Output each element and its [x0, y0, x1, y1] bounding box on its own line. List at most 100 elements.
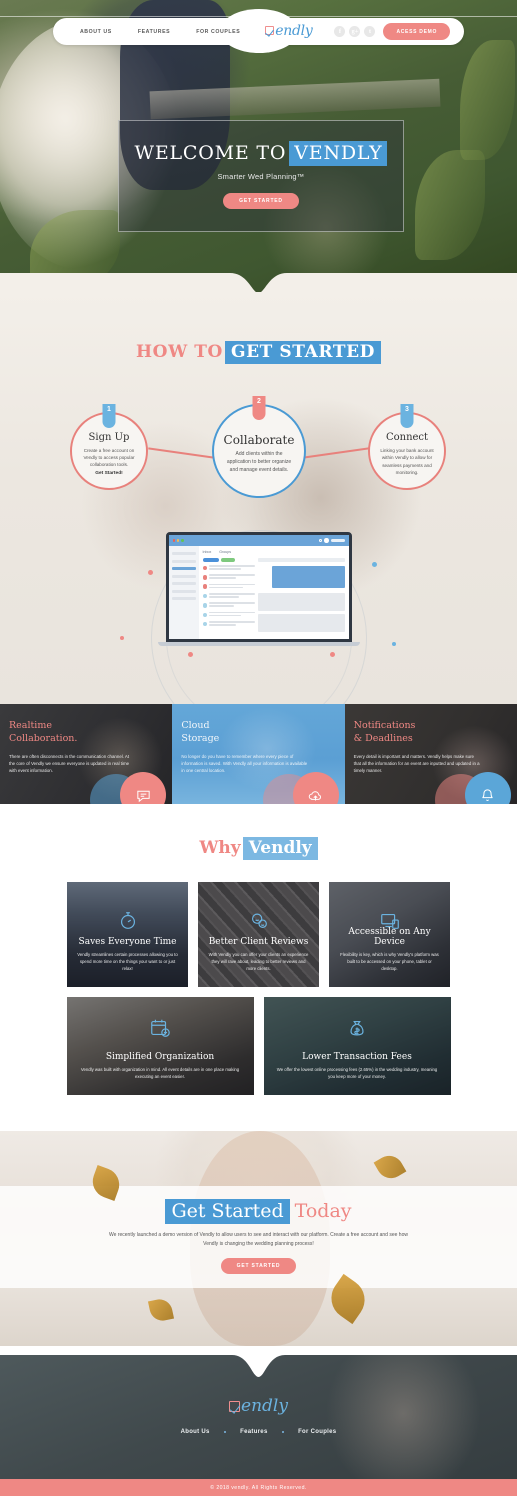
site-footer: endly About Us Features For Couples © 20…: [0, 1346, 517, 1496]
card-body: With Vendly you can offer your clients a…: [208, 952, 309, 972]
social-icons: f g+ t: [334, 26, 376, 37]
how-to-heading: HOW TO GET STARTED: [0, 292, 517, 364]
step-card-collaborate[interactable]: 2 Collaborate Add clients within the app…: [212, 396, 306, 498]
step-title: Collaborate: [223, 433, 295, 448]
app-message-list: [202, 558, 255, 635]
app-sidebar: [168, 546, 199, 639]
search-icon: [319, 539, 322, 542]
facebook-icon[interactable]: f: [334, 26, 346, 37]
why-heading-highlight: Vendly: [242, 837, 318, 860]
app-body: Inbox Groups: [168, 546, 349, 639]
calendar-plus-icon: [149, 1017, 171, 1044]
app-account-area: [319, 538, 345, 543]
cta-band: Get Started Today We recently launched a …: [0, 1186, 517, 1288]
decorative-leaf: [373, 1150, 407, 1184]
decorative-dot: [120, 636, 124, 640]
benefit-card-saves-everyone-time[interactable]: Saves Everyone Time Vendly streamlines c…: [67, 882, 188, 987]
how-to-heading-prefix: HOW TO: [136, 342, 223, 362]
panel-title-line2: Collaboration.: [9, 732, 78, 744]
benefit-card-better-client-reviews[interactable]: Better Client Reviews With Vendly you ca…: [198, 882, 319, 987]
cta-heading: Get Started Today: [165, 1199, 352, 1224]
close-icon: [172, 539, 175, 542]
sidebar-item: [171, 559, 196, 563]
step-cta-link[interactable]: Get Started!: [95, 471, 122, 476]
decorative-dot: [392, 642, 396, 646]
hero-title-prefix: WELCOME TO: [134, 142, 287, 164]
decorative-dot: [372, 562, 377, 567]
card-title: Better Client Reviews: [208, 937, 309, 948]
panel-body: No longer do you have to remember where …: [181, 753, 308, 774]
cta-heading-highlight: Get Started: [165, 1199, 290, 1224]
smiley-chat-icon: [248, 910, 270, 937]
feature-panels: Realtime Collaboration. There are often …: [0, 704, 517, 804]
footer-content: endly About Us Features For Couples: [0, 1346, 517, 1436]
google-plus-icon[interactable]: g+: [349, 26, 361, 37]
panel-title-line2: Storage: [181, 732, 220, 744]
checkbox-check-icon: [265, 26, 275, 35]
app-detail-block: [257, 593, 345, 611]
app-tab-groups: Groups: [219, 550, 232, 554]
hero-get-started-button[interactable]: GET STARTED: [223, 193, 299, 209]
panel-title: Cloud Storage: [181, 720, 335, 746]
panel-title-line1: Cloud: [181, 720, 210, 731]
step-connector: [303, 447, 369, 459]
access-demo-button[interactable]: ACESS DEMO: [383, 23, 451, 40]
sidebar-item-active: [171, 567, 196, 570]
sidebar-item: [171, 574, 196, 578]
hero-title: WELCOME TO VENDLY: [134, 141, 388, 166]
cta-get-started-button[interactable]: GET STARTED: [220, 1258, 297, 1274]
panel-title-line2: & Deadlines: [353, 732, 413, 744]
bell-icon: [464, 772, 511, 804]
step-connector: [148, 447, 214, 459]
card-body: Flexibility is key, which is why Vendly'…: [340, 952, 439, 972]
benefit-card-simplified-organization[interactable]: Simplified Organization Vendly was built…: [66, 997, 254, 1095]
feature-panel-notifications-deadlines: Notifications & Deadlines Every detail i…: [345, 704, 517, 804]
footer-vendly-logo[interactable]: endly: [229, 1398, 288, 1415]
steps-row: 1 Sign Up Create a free account on Vendl…: [0, 384, 517, 514]
why-heading-prefix: Why: [199, 838, 241, 858]
hero-title-highlight: VENDLY: [289, 141, 388, 166]
decorative-dot: [188, 652, 193, 657]
step-body: Add clients within the application to be…: [226, 451, 292, 473]
nav-features[interactable]: FEATURES: [125, 29, 183, 35]
nav-about-us[interactable]: ABOUT US: [67, 29, 125, 35]
feature-panel-cloud-storage: Cloud Storage No longer do you have to r…: [172, 704, 344, 804]
app-main: Inbox Groups: [199, 546, 349, 639]
laptop-base: [157, 642, 360, 646]
vendly-logo[interactable]: endly: [253, 24, 324, 38]
get-started-cta-section: Get Started Today We recently launched a …: [0, 1131, 517, 1346]
twitter-icon[interactable]: t: [364, 26, 376, 37]
cta-heading-suffix: Today: [294, 1200, 352, 1222]
benefit-card-lower-transaction-fees[interactable]: Lower Transaction Fees We offer the lowe…: [263, 997, 451, 1095]
footer-for-couples[interactable]: For Couples: [284, 1429, 350, 1435]
benefit-card-accessible-on-any-device[interactable]: Accessible on Any Device Flexibility is …: [329, 882, 450, 987]
hero-foliage: [460, 40, 515, 160]
laptop-screen: Inbox Groups: [168, 535, 349, 639]
nav-bar: ABOUT US FEATURES FOR COUPLES endly f g+…: [52, 18, 465, 45]
top-navigation: ABOUT US FEATURES FOR COUPLES endly f g+…: [0, 18, 517, 45]
window-controls: [172, 539, 184, 542]
sidebar-item: [171, 582, 196, 585]
step-card-sign-up[interactable]: 1 Sign Up Create a free account on Vendl…: [70, 404, 148, 490]
stopwatch-icon: [117, 910, 139, 937]
chat-bubble-icon: [120, 772, 167, 804]
step-number-badge: 3: [400, 404, 414, 428]
card-body: Vendly streamlines certain processes all…: [77, 952, 178, 972]
footer-logo-text: endly: [241, 1396, 288, 1416]
card-title: Saves Everyone Time: [78, 937, 177, 948]
sidebar-item: [171, 589, 196, 593]
hero-foliage: [415, 150, 485, 260]
app-tab-inbox: Inbox: [202, 550, 212, 554]
app-tabs: Inbox Groups: [203, 550, 345, 554]
app-detail-header: [257, 558, 345, 562]
step-card-connect[interactable]: 3 Connect Linking your bank account with…: [368, 404, 446, 490]
nav-for-couples[interactable]: FOR COUPLES: [183, 29, 253, 35]
app-list-item: [202, 611, 255, 618]
decorative-leaf: [147, 1296, 175, 1324]
app-list-filters: [202, 558, 255, 562]
footer-about-us[interactable]: About Us: [167, 1429, 224, 1435]
footer-features[interactable]: Features: [226, 1429, 281, 1435]
app-list-item: [202, 583, 255, 590]
step-title: Sign Up: [88, 431, 130, 443]
footer-navigation: About Us Features For Couples: [0, 1429, 517, 1435]
